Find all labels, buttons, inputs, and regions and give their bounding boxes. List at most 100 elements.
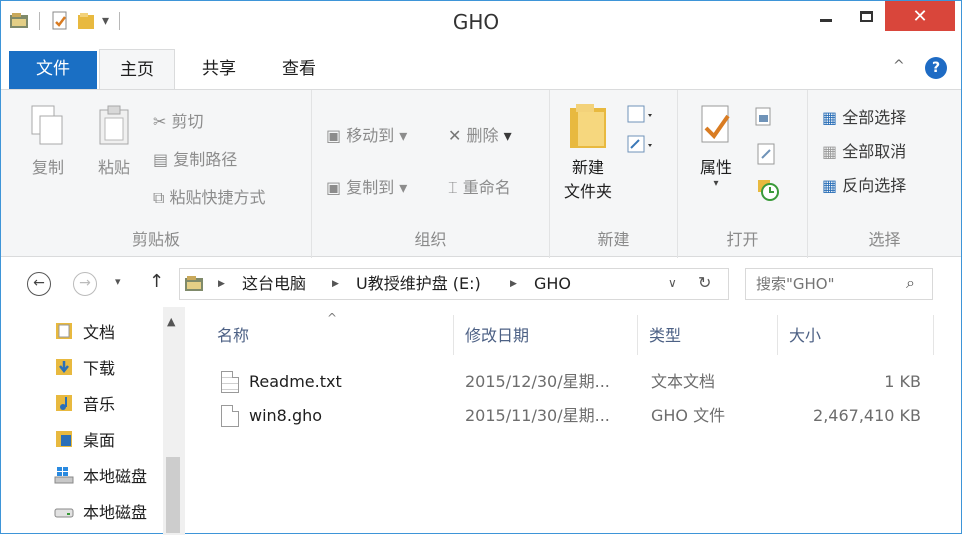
- nav-item-label: 下载: [83, 359, 116, 378]
- close-button[interactable]: ✕: [885, 1, 955, 31]
- forward-arrow-icon: →: [79, 275, 91, 291]
- nav-item-desktop[interactable]: 桌面: [53, 425, 115, 453]
- nav-item-label: 本地磁盘: [83, 503, 148, 522]
- maximize-icon: [859, 10, 873, 22]
- nav-item-music[interactable]: 音乐: [53, 389, 115, 417]
- new-item-icon[interactable]: [626, 104, 656, 130]
- select-group-label: 选择: [868, 230, 901, 249]
- file-type: 文本文档: [651, 372, 716, 391]
- nav-item-local-disk[interactable]: 本地磁盘: [53, 461, 147, 489]
- invert-selection-icon: ▦: [822, 176, 843, 195]
- select-none-button[interactable]: ▦ 全部取消: [822, 138, 906, 162]
- help-icon[interactable]: ?: [925, 57, 947, 79]
- copy-path-icon: ▤: [153, 150, 174, 169]
- file-type: GHO 文件: [651, 406, 726, 425]
- tab-home[interactable]: 主页: [99, 49, 175, 89]
- move-to-icon: ▣: [326, 126, 347, 145]
- search-box[interactable]: ⌕: [745, 268, 933, 300]
- invert-selection-button[interactable]: ▦ 反向选择: [822, 172, 906, 196]
- properties-button[interactable]: 属性 ▾: [688, 104, 744, 189]
- tab-file[interactable]: 文件: [9, 51, 97, 89]
- address-bar[interactable]: ▶ 这台电脑 ▶ U教授维护盘 (E:) ▶ GHO ∨ ↻: [179, 268, 729, 300]
- nav-item-label: 桌面: [83, 431, 116, 450]
- downloads-folder-icon: [53, 357, 75, 377]
- paste-label: 粘贴: [97, 158, 130, 177]
- file-name: Readme.txt: [249, 372, 342, 391]
- windows-drive-icon: [53, 465, 75, 485]
- copy-to-icon: ▣: [326, 178, 347, 197]
- copy-path-button[interactable]: ▤ 复制路径: [153, 146, 237, 170]
- back-button[interactable]: ←: [27, 272, 51, 296]
- forward-button[interactable]: →: [73, 272, 97, 296]
- breadcrumb-separator-icon[interactable]: ▶: [332, 269, 339, 299]
- column-header-date[interactable]: 修改日期: [465, 321, 529, 351]
- search-icon[interactable]: ⌕: [906, 273, 915, 293]
- new-folder-label-line2: 文件夹: [563, 182, 612, 201]
- open-icon[interactable]: [754, 106, 782, 132]
- clipboard-group-label: 剪贴板: [131, 230, 180, 249]
- column-divider[interactable]: [933, 315, 934, 355]
- up-arrow-icon[interactable]: ↑: [149, 271, 164, 292]
- breadcrumb-separator-icon[interactable]: ▶: [510, 269, 517, 299]
- navigation-bar: ← → ▾ ↑ ▶ 这台电脑 ▶ U教授维护盘 (E:) ▶ GHO ∨ ↻ ⌕: [1, 263, 961, 305]
- nav-item-documents[interactable]: 文档: [53, 317, 115, 345]
- breadcrumb-separator-icon[interactable]: ▶: [218, 269, 225, 299]
- column-divider[interactable]: [777, 315, 778, 355]
- copy-button[interactable]: 复制: [23, 104, 73, 178]
- open-group-label: 打开: [726, 230, 759, 249]
- column-header-type[interactable]: 类型: [649, 321, 681, 351]
- tab-view[interactable]: 查看: [269, 49, 329, 89]
- nav-item-downloads[interactable]: 下载: [53, 353, 115, 381]
- copy-to-button[interactable]: ▣ 复制到 ▾: [326, 174, 407, 198]
- recent-locations-dropdown-icon[interactable]: ▾: [115, 275, 121, 288]
- breadcrumb-this-pc[interactable]: 这台电脑: [242, 269, 306, 299]
- rename-button[interactable]: ⌶ 重命名: [448, 174, 511, 198]
- edit-icon[interactable]: [756, 142, 778, 170]
- delete-button[interactable]: ✕ 删除 ▾: [448, 122, 512, 146]
- file-row[interactable]: win8.gho 2015/11/30/星期... GHO 文件 2,467,4…: [215, 401, 935, 431]
- scrollbar-thumb[interactable]: [166, 457, 180, 533]
- minimize-button[interactable]: [809, 1, 843, 31]
- nav-item-local-disk[interactable]: 本地磁盘: [53, 497, 147, 525]
- file-list: ^ 名称 修改日期 类型 大小 Readme.txt 2015/12/30/星期…: [191, 307, 951, 535]
- rename-label: 重命名: [462, 178, 511, 197]
- navigation-pane: 文档 下载 音乐 桌面 本地磁盘 本地磁盘 ▲: [1, 307, 187, 535]
- new-folder-label-line1: 新建: [571, 158, 604, 177]
- delete-icon: ✕: [448, 126, 467, 145]
- back-arrow-icon: ←: [33, 275, 45, 291]
- nav-item-label: 音乐: [83, 395, 116, 414]
- column-divider[interactable]: [637, 315, 638, 355]
- search-input[interactable]: [756, 273, 901, 295]
- open-group: 属性 ▾ 打开: [677, 90, 807, 258]
- invert-selection-label: 反向选择: [842, 176, 907, 195]
- select-all-button[interactable]: ▦ 全部选择: [822, 104, 906, 128]
- address-history-dropdown-icon[interactable]: ∨: [668, 276, 677, 290]
- tab-share[interactable]: 共享: [189, 49, 249, 89]
- navigation-pane-scrollbar[interactable]: ▲: [163, 307, 185, 535]
- collapse-ribbon-icon[interactable]: ^: [893, 58, 905, 74]
- scissors-icon: ✂: [153, 112, 172, 131]
- desktop-folder-icon: [53, 429, 75, 449]
- cut-button[interactable]: ✂ 剪切: [153, 108, 204, 132]
- music-folder-icon: [53, 393, 75, 413]
- breadcrumb-drive[interactable]: U教授维护盘 (E:): [356, 269, 481, 299]
- properties-dropdown-icon[interactable]: ▾: [688, 178, 744, 189]
- file-size: 2,467,410 KB: [813, 406, 921, 425]
- file-row[interactable]: Readme.txt 2015/12/30/星期... 文本文档 1 KB: [215, 367, 935, 397]
- history-icon[interactable]: [756, 178, 780, 206]
- scroll-up-icon[interactable]: ▲: [167, 315, 175, 328]
- paste-button[interactable]: 粘贴: [89, 104, 139, 178]
- column-divider[interactable]: [453, 315, 454, 355]
- column-header-name[interactable]: 名称: [217, 321, 249, 351]
- properties-label: 属性: [699, 158, 732, 177]
- paste-shortcut-button[interactable]: ⧉ 粘贴快捷方式: [153, 184, 266, 208]
- drive-icon: [53, 501, 75, 521]
- move-to-button[interactable]: ▣ 移动到 ▾: [326, 122, 407, 146]
- new-folder-button[interactable]: 新建 文件夹: [556, 100, 620, 202]
- refresh-icon[interactable]: ↻: [698, 273, 711, 292]
- maximize-button[interactable]: [849, 1, 883, 31]
- easy-access-icon[interactable]: [626, 134, 656, 160]
- column-header-size[interactable]: 大小: [789, 321, 821, 351]
- organize-group: ▣ 移动到 ▾ ▣ 复制到 ▾ ✕ 删除 ▾ ⌶ 重命名 组织: [311, 90, 549, 258]
- breadcrumb-gho[interactable]: GHO: [534, 269, 571, 299]
